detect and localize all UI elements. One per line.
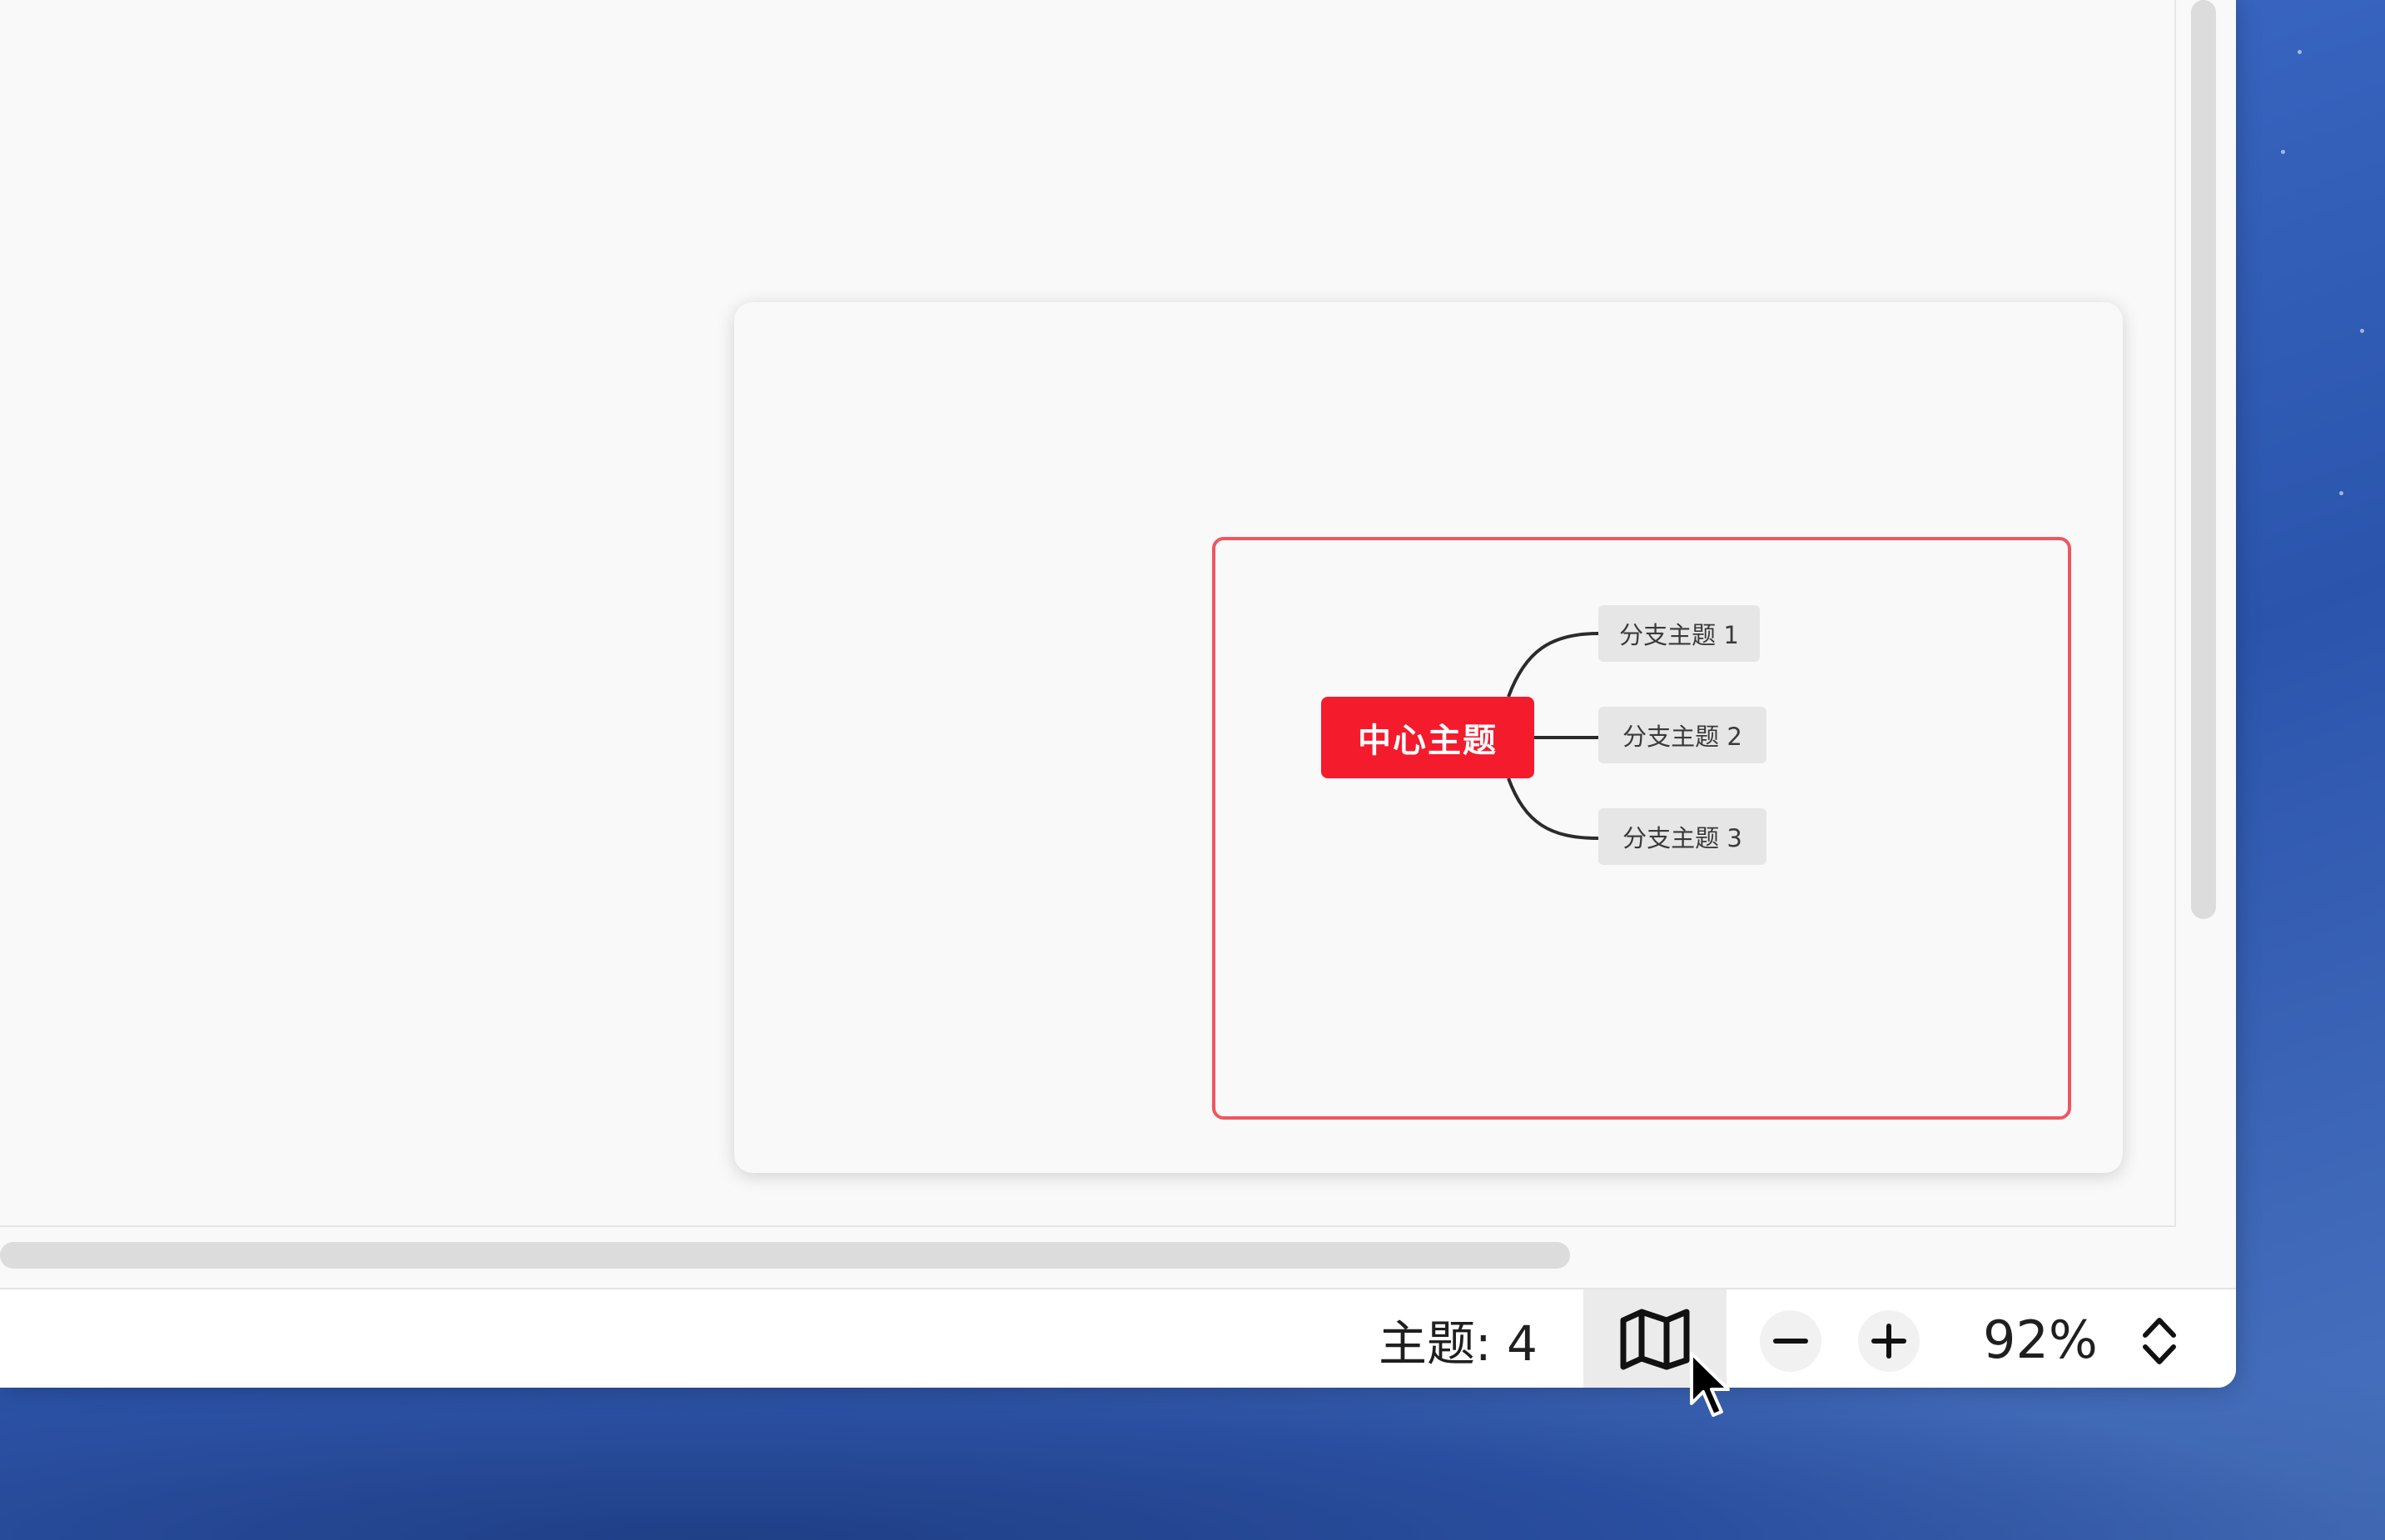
wallpaper-star <box>2281 150 2285 154</box>
status-bar: 主题: 4 92% <box>0 1288 2236 1388</box>
zoom-stepper[interactable] <box>2136 1309 2183 1373</box>
map-icon <box>1620 1309 1690 1370</box>
app-window: 中心主题 分支主题 1 分支主题 2 分支主题 3 主题: 4 92% <box>0 0 2236 1388</box>
vertical-scrollbar[interactable] <box>2191 0 2216 919</box>
mouse-pointer-icon <box>1690 1352 1730 1417</box>
branch-topic-node-2[interactable]: 分支主题 2 <box>1598 707 1766 763</box>
chevron-up-down-icon <box>2143 1318 2176 1364</box>
mindmap-canvas[interactable]: 中心主题 分支主题 1 分支主题 2 分支主题 3 <box>0 0 2176 1227</box>
horizontal-scrollbar[interactable] <box>0 1242 1570 1269</box>
minus-icon <box>1773 1339 1808 1344</box>
branch-topic-node-3[interactable]: 分支主题 3 <box>1598 808 1766 865</box>
wallpaper-star <box>2298 50 2302 54</box>
zoom-in-button[interactable] <box>1858 1310 1920 1372</box>
zoom-out-button[interactable] <box>1760 1310 1821 1372</box>
plus-icon <box>1871 1324 1906 1359</box>
wallpaper-star <box>2339 491 2343 495</box>
topic-count-label: 主题: 4 <box>1379 1315 1538 1372</box>
zoom-level-value[interactable]: 92% <box>1983 1289 2098 1388</box>
wallpaper-star <box>2360 329 2364 333</box>
central-topic-node[interactable]: 中心主题 <box>1321 697 1534 778</box>
branch-topic-node-1[interactable]: 分支主题 1 <box>1598 605 1760 662</box>
mindmap-overview-panel[interactable]: 中心主题 分支主题 1 分支主题 2 分支主题 3 <box>734 302 2123 1173</box>
